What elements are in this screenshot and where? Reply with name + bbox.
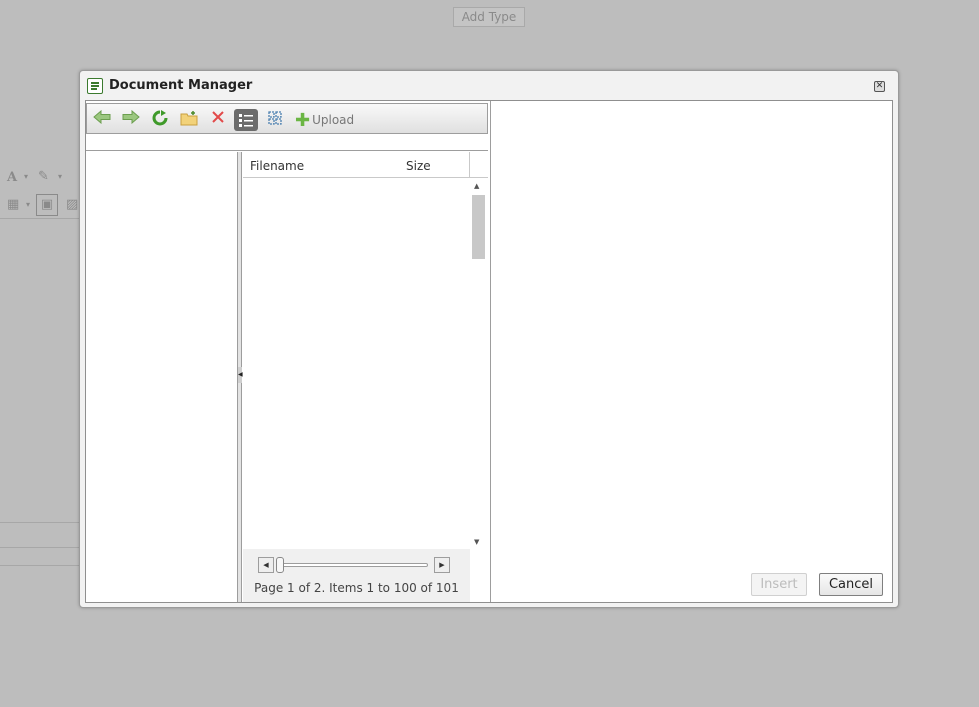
collapse-arrow-icon[interactable]: ◀ [238, 367, 243, 383]
image-frame-icon: ▣ [36, 194, 58, 216]
background-editor-toolbar: A ▾ ✎ ▾ [0, 166, 79, 192]
background-divider [0, 522, 79, 523]
font-color-icon: A [7, 170, 18, 185]
background-divider [0, 547, 79, 548]
arrow-right-icon [122, 109, 140, 125]
vertical-scrollbar[interactable]: ▲ ▼ [470, 179, 487, 549]
chevron-down-icon: ▾ [58, 172, 63, 181]
chevron-down-icon: ▾ [24, 172, 29, 181]
insert-button[interactable]: Insert [751, 573, 807, 596]
add-type-button[interactable]: Add Type [453, 7, 525, 27]
thumbnails-icon [268, 111, 282, 125]
pager-status: Page 1 of 2. Items 1 to 100 of 101 [254, 581, 459, 595]
file-browser-pane: ✚ Upload ◀ Filename Size ▲ ▼ ◀ ▶ Page 1 … [86, 101, 490, 602]
chevron-right-icon: ▶ [439, 561, 445, 569]
document-manager-dialog: Document Manager ✕ ✚ Upload ◀ Filename S… [79, 70, 899, 608]
pane-splitter[interactable]: ◀ [238, 152, 243, 602]
prev-page-button[interactable]: ◀ [258, 557, 274, 573]
delete-button[interactable] [208, 110, 228, 130]
upload-button[interactable]: ✚ Upload [295, 109, 354, 131]
back-button[interactable] [92, 109, 112, 130]
pager: ◀ ▶ Page 1 of 2. Items 1 to 100 of 101 [243, 549, 470, 602]
forward-button[interactable] [121, 109, 141, 130]
background-divider [0, 565, 79, 566]
cancel-button[interactable]: Cancel [819, 573, 883, 596]
page-slider-handle[interactable] [276, 557, 284, 573]
pager-slider: ◀ ▶ [258, 557, 453, 573]
list-view-icon [239, 114, 253, 127]
document-icon [87, 78, 103, 94]
scroll-down-icon[interactable]: ▼ [474, 538, 479, 546]
dialog-titlebar[interactable]: Document Manager ✕ [80, 71, 898, 100]
preview-pane: Insert Cancel [490, 101, 892, 602]
column-filename[interactable]: Filename [250, 159, 304, 173]
thumbnail-view-button[interactable] [265, 110, 285, 130]
arrow-left-icon [93, 109, 111, 125]
next-page-button[interactable]: ▶ [434, 557, 450, 573]
column-divider [469, 152, 470, 178]
new-folder-button[interactable] [179, 110, 199, 130]
scroll-thumb[interactable] [472, 195, 485, 259]
grid-header: Filename Size [243, 152, 488, 178]
folder-tree[interactable] [86, 152, 238, 602]
new-folder-icon [180, 111, 198, 126]
dialog-title: Document Manager [109, 78, 253, 93]
delete-icon [212, 111, 224, 123]
address-bar [86, 136, 488, 151]
upload-label: Upload [312, 113, 355, 127]
chevron-down-icon: ▾ [26, 200, 31, 209]
list-view-button[interactable] [234, 109, 258, 131]
scroll-up-icon[interactable]: ▲ [474, 182, 479, 190]
table-icon: ▦ [7, 197, 20, 212]
background-editor-toolbar-2: ▦ ▾ ▣ ▨ [0, 193, 79, 219]
file-toolbar: ✚ Upload [86, 103, 488, 134]
image-icon: ▨ [66, 197, 79, 212]
close-icon[interactable]: ✕ [874, 81, 885, 92]
column-size[interactable]: Size [406, 159, 431, 173]
file-grid: Filename Size ▲ ▼ ◀ ▶ Page 1 of 2. Items… [243, 152, 488, 602]
chevron-left-icon: ◀ [263, 561, 269, 569]
page-slider-track[interactable] [278, 563, 428, 567]
highlight-icon: ✎ [38, 169, 49, 184]
plus-icon: ✚ [295, 110, 311, 131]
refresh-icon [152, 110, 168, 126]
dialog-content: ✚ Upload ◀ Filename Size ▲ ▼ ◀ ▶ Page 1 … [85, 100, 893, 603]
refresh-button[interactable] [150, 110, 170, 130]
